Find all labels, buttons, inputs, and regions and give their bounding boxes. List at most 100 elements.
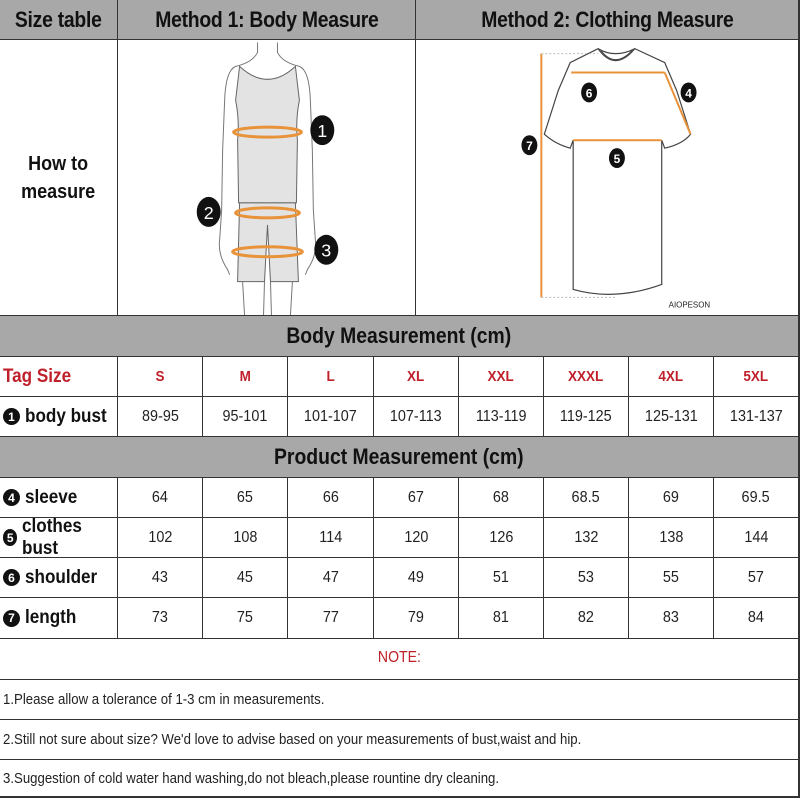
note-item: 1.Please allow a tolerance of 1-3 cm in …	[0, 680, 800, 720]
brand-label: AIOPESON	[669, 300, 711, 309]
table-cell: 57	[714, 558, 800, 598]
cell-value: 82	[577, 609, 595, 626]
cell-value: 51	[492, 568, 510, 586]
tag-size-text: Tag Size	[3, 365, 72, 387]
note-text-2: 2.Still not sure about size? We'd love t…	[3, 731, 582, 748]
table-cell: 53	[544, 558, 629, 598]
note-text-1: 1.Please allow a tolerance of 1-3 cm in …	[3, 691, 325, 708]
table-cell: 107-113	[374, 397, 459, 437]
cell-value: 77	[322, 609, 339, 626]
marker-1-icon: 1	[310, 114, 335, 145]
table-cell: 68	[459, 478, 544, 518]
method1-header: Method 1: Body Measure	[118, 0, 416, 40]
table-cell: 49	[374, 558, 459, 598]
number-badge-icon: 1	[3, 408, 20, 425]
table-cell: 69	[629, 478, 714, 518]
cell-value: 65	[236, 488, 254, 506]
cell-value: 68	[492, 488, 510, 506]
size-label: S	[155, 368, 165, 385]
size-header-xxl: XXL	[459, 357, 544, 397]
cell-value: 53	[577, 568, 595, 586]
cell-value: 119-125	[560, 407, 612, 425]
size-table-header: Size table	[0, 0, 118, 40]
size-header-4xl: 4XL	[629, 357, 714, 397]
cell-value: 108	[232, 528, 258, 546]
size-header-xxxl: XXXL	[544, 357, 629, 397]
how-to-line1: How to	[28, 152, 89, 175]
svg-text:6: 6	[586, 86, 593, 100]
table-cell: 73	[118, 598, 203, 639]
cell-value: 55	[662, 568, 680, 586]
marker-6-icon: 6	[581, 82, 598, 102]
size-header-l: L	[288, 357, 374, 397]
cell-value: 49	[407, 568, 425, 586]
cell-value: 83	[662, 609, 680, 626]
table-cell: 89-95	[118, 397, 203, 437]
row-label-text: clothes bust	[22, 515, 83, 559]
body-figure-icon: 1 2 3	[196, 41, 339, 316]
table-cell: 64	[118, 478, 203, 518]
table-cell: 65	[203, 478, 288, 518]
body-measure-illustration: 1 2 3	[118, 40, 416, 316]
cell-value: 43	[151, 568, 169, 586]
row-label: 7 length	[0, 598, 118, 639]
cell-value: 57	[747, 568, 765, 586]
cell-value: 64	[151, 488, 169, 506]
table-cell: 47	[288, 558, 374, 598]
table-cell: 113-119	[459, 397, 544, 437]
cell-value: 138	[658, 528, 684, 546]
cell-value: 67	[407, 488, 425, 506]
marker-2-icon: 2	[196, 196, 221, 227]
table-cell: 45	[203, 558, 288, 598]
table-cell: 66	[288, 478, 374, 518]
size-label: M	[239, 368, 251, 385]
table-cell: 125-131	[629, 397, 714, 437]
cell-value: 114	[319, 528, 342, 546]
note-title: NOTE:	[377, 649, 421, 666]
table-cell: 102	[118, 518, 203, 558]
method2-label: Method 2: Clothing Measure	[480, 6, 734, 32]
table-cell: 144	[714, 518, 800, 558]
cell-value: 81	[492, 609, 510, 626]
size-label: 4XL	[658, 368, 684, 385]
marker-7-icon: 7	[521, 134, 538, 155]
product-measurement-title: Product Measurement (cm)	[274, 444, 524, 469]
row-label: 1 body bust	[0, 397, 118, 437]
table-cell: 79	[374, 598, 459, 639]
table-cell: 108	[203, 518, 288, 558]
table-cell: 67	[374, 478, 459, 518]
cell-value: 107-113	[390, 407, 442, 425]
size-header-s: S	[118, 357, 203, 397]
table-cell: 84	[714, 598, 800, 639]
cell-value: 69.5	[741, 488, 771, 506]
cell-value: 45	[236, 568, 254, 586]
table-cell: 120	[374, 518, 459, 558]
cell-value: 68.5	[571, 488, 601, 506]
cell-value: 101-107	[304, 407, 357, 425]
how-to-measure-label: How to measure	[21, 150, 95, 206]
marker-5-icon: 5	[608, 147, 625, 168]
table-cell: 68.5	[544, 478, 629, 518]
row-label-text: body bust	[25, 405, 107, 427]
size-label: 5XL	[743, 368, 769, 385]
table-cell: 131-137	[714, 397, 800, 437]
marker-3-icon: 3	[314, 234, 339, 265]
size-label: L	[326, 368, 335, 385]
size-label: XL	[407, 368, 425, 385]
row-label-text: sleeve	[25, 486, 78, 508]
row-label: 6 shoulder	[0, 558, 118, 598]
cell-value: 84	[747, 609, 765, 626]
tag-size-label: Tag Size	[0, 357, 118, 397]
svg-text:4: 4	[685, 86, 692, 100]
note-header: NOTE:	[0, 637, 800, 680]
cell-value: 131-137	[729, 407, 783, 425]
table-cell: 51	[459, 558, 544, 598]
note-text-3: 3.Suggestion of cold water hand washing,…	[3, 769, 500, 787]
note-item: 3.Suggestion of cold water hand washing,…	[0, 760, 800, 798]
svg-text:2: 2	[204, 202, 214, 222]
table-cell: 77	[288, 598, 374, 639]
body-measurement-title: Body Measurement (cm)	[286, 323, 512, 348]
size-label: XXXL	[568, 368, 604, 385]
table-cell: 81	[459, 598, 544, 639]
cell-value: 79	[407, 609, 425, 626]
